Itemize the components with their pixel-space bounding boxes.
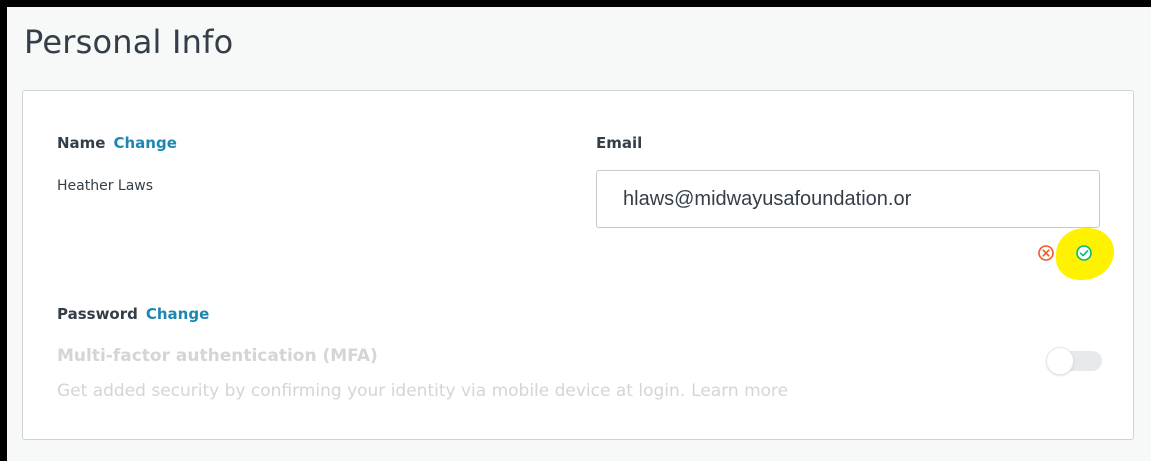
name-label-row: Name Change	[57, 134, 177, 152]
change-password-link[interactable]: Change	[146, 305, 209, 323]
check-circle-icon	[1076, 245, 1092, 261]
password-label-row: Password Change	[57, 305, 209, 323]
confirm-email-button[interactable]	[1074, 243, 1094, 263]
email-label: Email	[596, 134, 643, 152]
toggle-knob	[1046, 347, 1074, 375]
mfa-description-row: Get added security by confirming your id…	[57, 381, 788, 401]
mfa-title: Multi-factor authentication (MFA)	[57, 346, 378, 366]
cancel-email-button[interactable]	[1036, 243, 1056, 263]
screenshot-border-left	[0, 0, 7, 461]
password-label: Password	[57, 305, 138, 323]
mfa-toggle[interactable]	[1046, 347, 1102, 375]
change-name-link[interactable]: Change	[113, 134, 176, 152]
personal-info-page: Personal Info Name Change Heather Laws Em…	[7, 7, 1151, 461]
screenshot-border-top	[0, 0, 1151, 7]
mfa-learn-more-link[interactable]: Learn more	[691, 381, 788, 401]
page-title: Personal Info	[24, 23, 234, 61]
personal-info-card: Name Change Heather Laws Email Password Ch…	[22, 90, 1134, 440]
email-input[interactable]	[596, 170, 1100, 228]
name-label: Name	[57, 134, 106, 152]
mfa-description: Get added security by confirming your id…	[57, 381, 686, 401]
x-circle-icon	[1038, 245, 1054, 261]
name-value: Heather Laws	[57, 178, 154, 194]
